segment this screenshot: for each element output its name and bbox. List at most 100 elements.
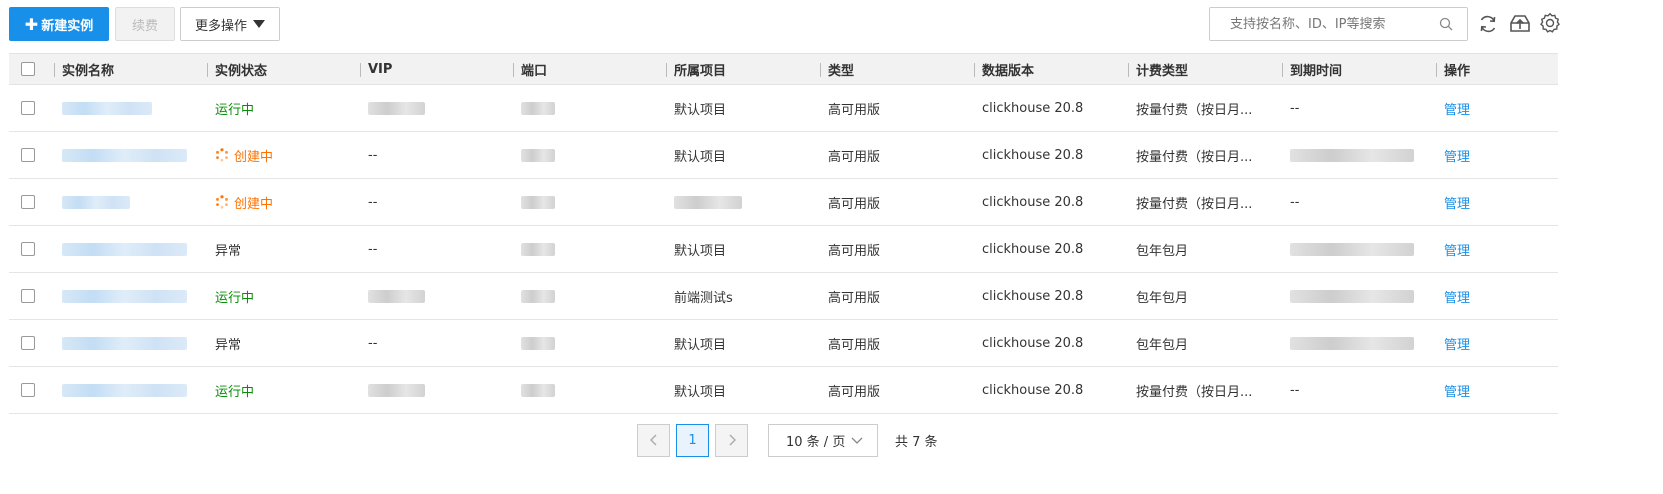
refresh-icon[interactable]	[1478, 14, 1498, 34]
billing-cell: 按量付费（按日月...	[1128, 85, 1282, 132]
status-badge: 创建中	[215, 193, 360, 212]
page-size-select[interactable]: 10 条 / 页	[768, 423, 878, 457]
redacted-port	[521, 242, 555, 256]
manage-link[interactable]: 管理	[1444, 103, 1470, 118]
manage-link[interactable]: 管理	[1444, 244, 1470, 259]
prev-page-button[interactable]	[637, 423, 670, 457]
chevron-left-icon	[649, 434, 656, 446]
redacted-port	[521, 383, 555, 397]
billing-text: 包年包月	[1136, 243, 1189, 259]
manage-link[interactable]: 管理	[1444, 197, 1470, 212]
manage-link[interactable]: 管理	[1444, 291, 1470, 306]
select-all-checkbox[interactable]	[21, 62, 35, 76]
row-checkbox[interactable]	[21, 336, 35, 350]
billing-cell: 包年包月	[1128, 226, 1282, 273]
status-text: 运行中	[215, 102, 255, 118]
row-checkbox[interactable]	[21, 383, 35, 397]
billing-cell: 按量付费（按日月...	[1128, 132, 1282, 179]
instance-name-cell	[54, 85, 207, 132]
billing-text: 包年包月	[1136, 337, 1189, 353]
create-instance-button[interactable]: ✚ 新建实例	[9, 7, 109, 41]
vip-cell: --	[360, 226, 513, 273]
redacted-project	[674, 195, 742, 209]
instance-name-cell	[54, 367, 207, 414]
manage-link[interactable]: 管理	[1444, 150, 1470, 165]
renew-label: 续费	[131, 18, 158, 34]
gear-icon[interactable]	[1539, 12, 1561, 34]
redacted-instance-name[interactable]	[62, 101, 152, 115]
vip-cell: --	[360, 179, 513, 226]
redacted-port	[521, 101, 555, 115]
search-box	[1209, 7, 1468, 41]
billing-cell: 包年包月	[1128, 320, 1282, 367]
redacted-vip	[368, 383, 425, 397]
vip-cell	[360, 273, 513, 320]
redacted-instance-name[interactable]	[62, 148, 187, 162]
redacted-expire	[1290, 242, 1414, 256]
port-cell	[513, 226, 666, 273]
type-cell: 高可用版	[820, 85, 974, 132]
row-checkbox[interactable]	[21, 242, 35, 256]
redacted-instance-name[interactable]	[62, 289, 187, 303]
page-number-button[interactable]: 1	[676, 423, 709, 457]
instance-name-cell	[54, 273, 207, 320]
instance-name-cell	[54, 226, 207, 273]
project-text: 前端测试s	[674, 290, 733, 306]
status-text: 运行中	[215, 384, 255, 400]
more-actions-label: 更多操作	[194, 18, 247, 34]
plus-icon: ✚	[24, 14, 39, 34]
version-text: clickhouse 20.8	[982, 100, 1084, 116]
project-text: 默认项目	[674, 102, 727, 118]
type-cell: 高可用版	[820, 367, 974, 414]
next-page-button[interactable]	[715, 423, 748, 457]
port-cell	[513, 320, 666, 367]
total-count: 共 7 条	[895, 434, 938, 450]
billing-text: 按量付费（按日月...	[1136, 149, 1253, 165]
search-input[interactable]	[1228, 15, 1432, 33]
status-cell: 运行中	[207, 85, 360, 132]
row-checkbox[interactable]	[21, 148, 35, 162]
billing-cell: 按量付费（按日月...	[1128, 367, 1282, 414]
more-actions-dropdown[interactable]: 更多操作	[180, 7, 280, 41]
version-text: clickhouse 20.8	[982, 288, 1084, 304]
project-cell: 默认项目	[666, 85, 820, 132]
checkbox-cell	[9, 367, 54, 414]
status-text: 异常	[215, 337, 242, 353]
redacted-port	[521, 195, 555, 209]
upload-icon[interactable]	[1508, 12, 1532, 34]
billing-text: 包年包月	[1136, 290, 1189, 306]
project-cell	[666, 179, 820, 226]
version-cell: clickhouse 20.8	[974, 226, 1128, 273]
manage-link[interactable]: 管理	[1444, 338, 1470, 353]
vip-text: --	[368, 147, 378, 163]
project-text: 默认项目	[674, 149, 727, 165]
status-text: 运行中	[215, 290, 255, 306]
expire-cell	[1282, 132, 1436, 179]
table-row: 运行中 前端测试s 高可用版 clickhouse 20.8 包年包月 管理	[9, 273, 1558, 320]
table-header: 实例名称 实例状态 VIP 端口 所属项目 类型 数据版本 计费类型 到期时间 …	[9, 53, 1558, 85]
instance-table: 实例名称 实例状态 VIP 端口 所属项目 类型 数据版本 计费类型 到期时间 …	[9, 53, 1558, 414]
table-row: 异常 -- 默认项目 高可用版 clickhouse 20.8 包年包月 管理	[9, 226, 1558, 273]
renew-button[interactable]: 续费	[115, 7, 175, 41]
billing-text: 按量付费（按日月...	[1136, 196, 1253, 212]
row-checkbox[interactable]	[21, 101, 35, 115]
expire-cell	[1282, 320, 1436, 367]
row-checkbox[interactable]	[21, 289, 35, 303]
redacted-instance-name[interactable]	[62, 383, 187, 397]
redacted-instance-name[interactable]	[62, 195, 130, 209]
vip-cell	[360, 367, 513, 414]
type-text: 高可用版	[828, 243, 881, 259]
redacted-instance-name[interactable]	[62, 242, 187, 256]
expire-cell	[1282, 226, 1436, 273]
search-icon[interactable]	[1439, 17, 1453, 31]
type-cell: 高可用版	[820, 179, 974, 226]
row-checkbox[interactable]	[21, 195, 35, 209]
col-header: 数据版本	[974, 53, 1128, 85]
type-text: 高可用版	[828, 149, 881, 165]
redacted-instance-name[interactable]	[62, 336, 187, 350]
action-cell: 管理	[1436, 367, 1558, 414]
expire-text: --	[1290, 100, 1300, 116]
manage-link[interactable]: 管理	[1444, 385, 1470, 400]
table-row: 创建中 -- 高可用版 clickhouse 20.8 按量付费（按日月... -- 管理	[9, 179, 1558, 226]
version-text: clickhouse 20.8	[982, 382, 1084, 398]
